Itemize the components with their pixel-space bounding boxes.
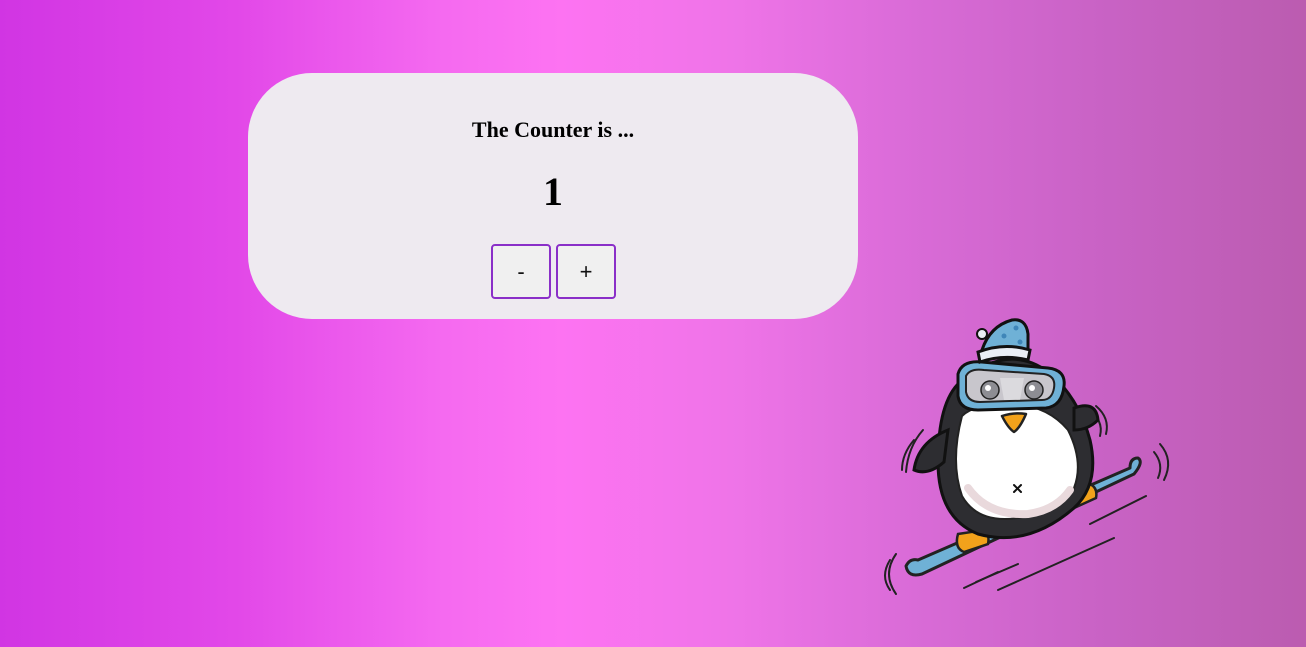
increment-button[interactable]: + bbox=[556, 244, 616, 299]
counter-buttons: - + bbox=[491, 244, 616, 299]
decrement-button[interactable]: - bbox=[491, 244, 551, 299]
goggles-icon bbox=[956, 360, 1066, 412]
counter-value: 1 bbox=[543, 169, 563, 214]
penguin-skiing-illustration bbox=[884, 318, 1170, 595]
counter-card: The Counter is ... 1 - + bbox=[248, 73, 858, 319]
hat-icon bbox=[976, 318, 1032, 364]
penguin-flipper-right bbox=[1072, 404, 1100, 432]
counter-heading: The Counter is ... bbox=[471, 117, 635, 142]
